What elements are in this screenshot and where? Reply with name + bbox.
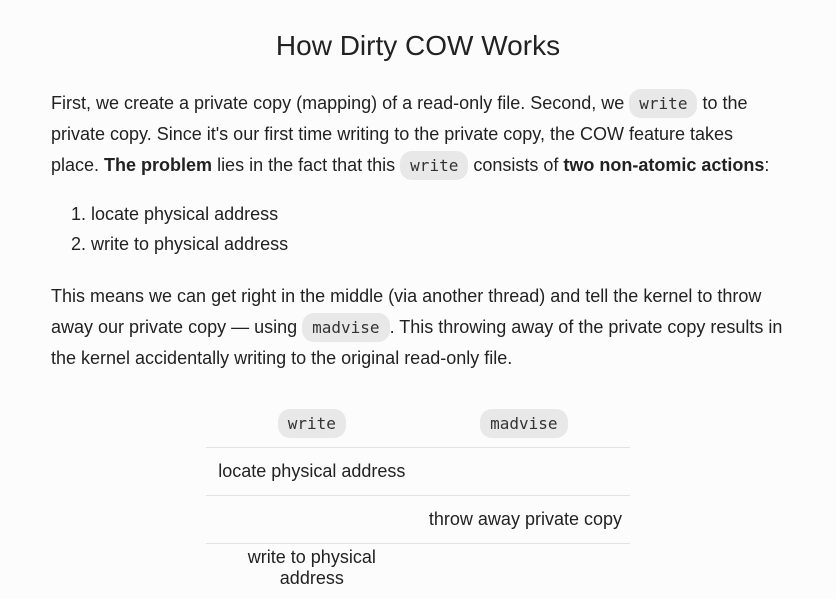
steps-list: locate physical address write to physica… (51, 199, 785, 259)
table-cell: throw away private copy (417, 495, 630, 544)
table-header-row: write madvise (206, 399, 630, 448)
table-cell (206, 495, 418, 544)
intro-paragraph: First, we create a private copy (mapping… (51, 88, 785, 181)
table-cell: locate physical address (206, 447, 418, 496)
inline-code-madvise: madvise (302, 313, 390, 342)
header-code: write (277, 408, 346, 438)
table-header-write: write (206, 399, 418, 448)
inline-code-write: write (400, 151, 469, 180)
page-title: How Dirty COW Works (275, 30, 561, 61)
table-row: throw away private copy (206, 495, 630, 544)
inline-code-write: write (629, 89, 698, 118)
list-item: locate physical address (91, 199, 785, 229)
text-span: First, we create a private copy (mapping… (51, 93, 630, 113)
text-span: consists of (468, 155, 564, 175)
text-span: lies in the fact that this (212, 155, 401, 175)
article: How Dirty COW Works First, we create a p… (0, 0, 836, 599)
bold-text: The problem (104, 155, 213, 175)
table-cell (417, 543, 630, 591)
explanation-paragraph: This means we can get right in the middl… (51, 281, 785, 374)
table-cell: write to physical address (206, 543, 418, 591)
table-row: locate physical address (206, 447, 630, 496)
text-span: : (764, 155, 770, 175)
bold-text: two non-atomic actions (563, 155, 765, 175)
table-header-madvise: madvise (418, 399, 630, 448)
header-code: madvise (480, 408, 568, 438)
race-timeline-table: write madvise locate physical address th… (206, 399, 630, 591)
list-item: write to physical address (91, 229, 785, 259)
table-row: write to physical address (206, 543, 630, 591)
table-cell (417, 447, 630, 496)
